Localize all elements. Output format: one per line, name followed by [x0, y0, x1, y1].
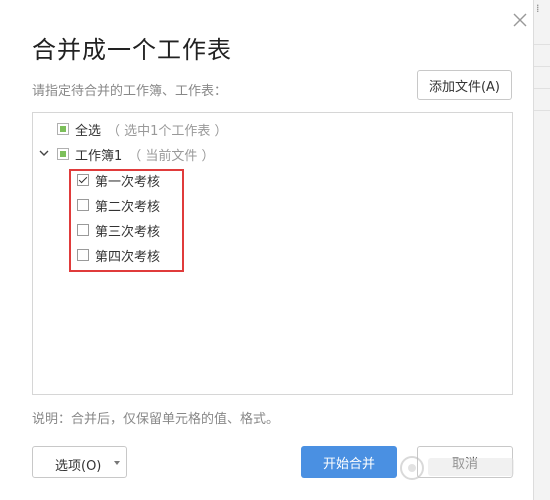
select-all-checkbox[interactable]	[57, 123, 69, 135]
dialog-title: 合并成一个工作表	[32, 36, 232, 64]
workbook-checkbox[interactable]	[57, 148, 69, 160]
file-tree-panel: 全选 （ 选中1个工作表 ） 工作簿1 （ 当前文件 ） 第一次考核 第二次考核…	[32, 112, 513, 395]
background-edge-glyph: ⁞	[536, 2, 540, 15]
options-button[interactable]: 选项(O)	[32, 446, 127, 478]
close-icon	[513, 13, 527, 27]
add-file-button[interactable]: 添加文件(A)	[417, 70, 512, 100]
select-all-hint: （ 选中1个工作表 ）	[107, 123, 228, 139]
select-all-label: 全选	[75, 123, 102, 139]
start-merge-button[interactable]: 开始合并	[301, 446, 397, 478]
chevron-down-icon[interactable]	[39, 148, 49, 158]
background-window-edge: ⁞	[533, 0, 550, 500]
workbook-label: 工作簿1	[75, 148, 123, 164]
highlight-annotation	[69, 169, 184, 272]
options-label: 选项(O)	[55, 459, 102, 474]
caret-down-icon	[114, 461, 120, 465]
close-button[interactable]	[510, 10, 530, 30]
explanation-text: 说明：合并后，仅保留单元格的值、格式。	[32, 412, 280, 427]
workbook-hint: （ 当前文件 ）	[128, 148, 215, 164]
tree-row-workbook[interactable]: 工作簿1 （ 当前文件 ）	[57, 144, 215, 164]
cancel-button[interactable]: 取消	[417, 446, 513, 478]
tree-row-select-all[interactable]: 全选 （ 选中1个工作表 ）	[57, 119, 228, 139]
merge-dialog: ⁞ 合并成一个工作表 请指定待合并的工作簿、工作表： 添加文件(A) 全选 （ …	[0, 0, 550, 500]
instruction-text: 请指定待合并的工作簿、工作表：	[32, 84, 228, 99]
